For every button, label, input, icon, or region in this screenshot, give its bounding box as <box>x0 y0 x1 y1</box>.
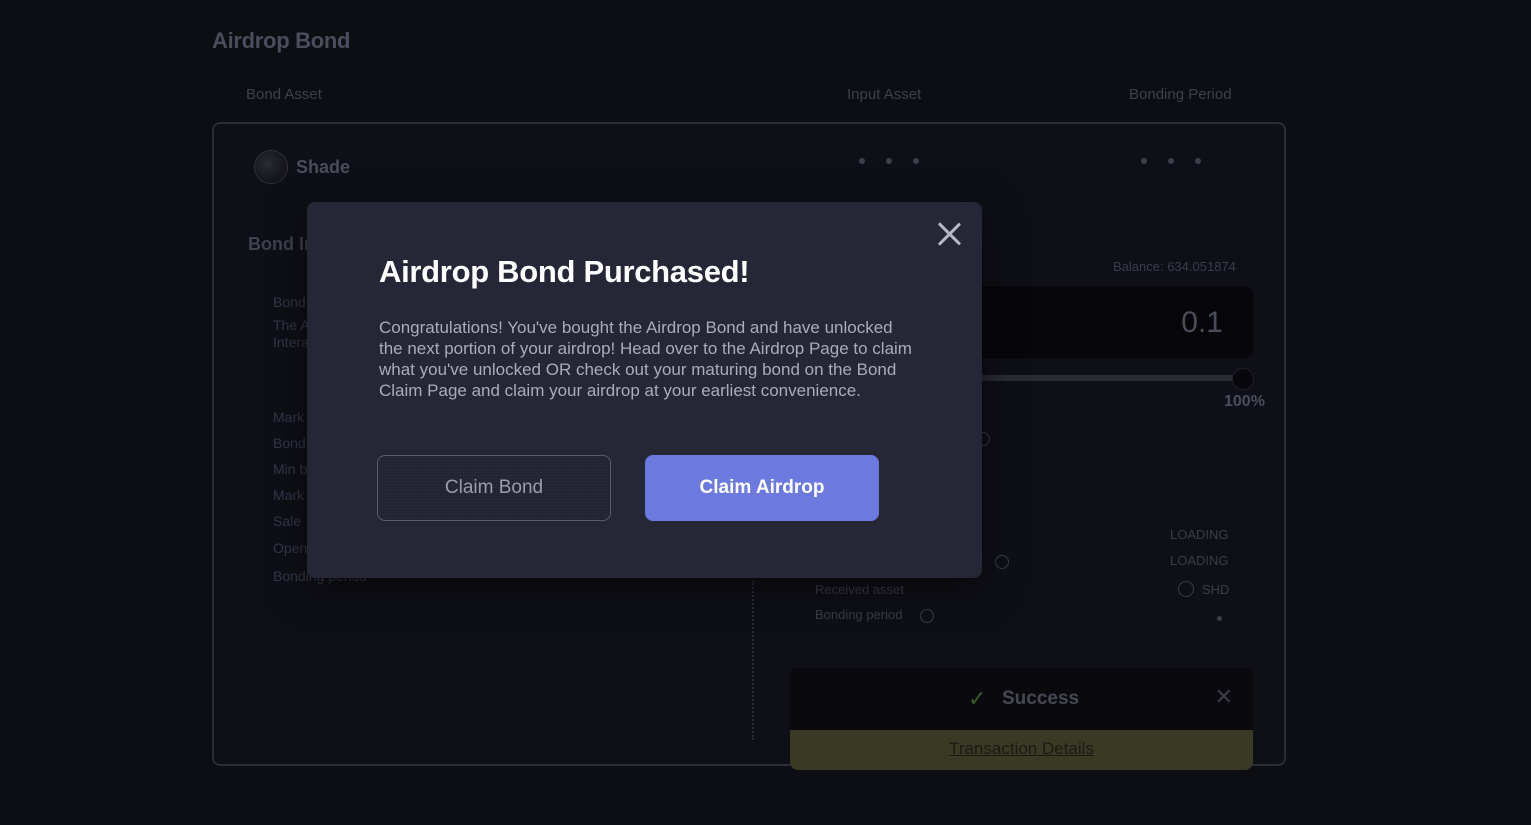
page: Airdrop Bond Bond Asset Input Asset Bond… <box>0 0 1531 825</box>
purchase-modal: Airdrop Bond Purchased! Congratulations!… <box>307 202 982 578</box>
close-icon[interactable] <box>934 218 964 248</box>
claim-airdrop-button[interactable]: Claim Airdrop <box>645 455 879 521</box>
claim-bond-button[interactable]: Claim Bond <box>377 455 611 521</box>
modal-title: Airdrop Bond Purchased! <box>379 254 750 289</box>
modal-body: Congratulations! You've bought the Airdr… <box>379 318 912 400</box>
